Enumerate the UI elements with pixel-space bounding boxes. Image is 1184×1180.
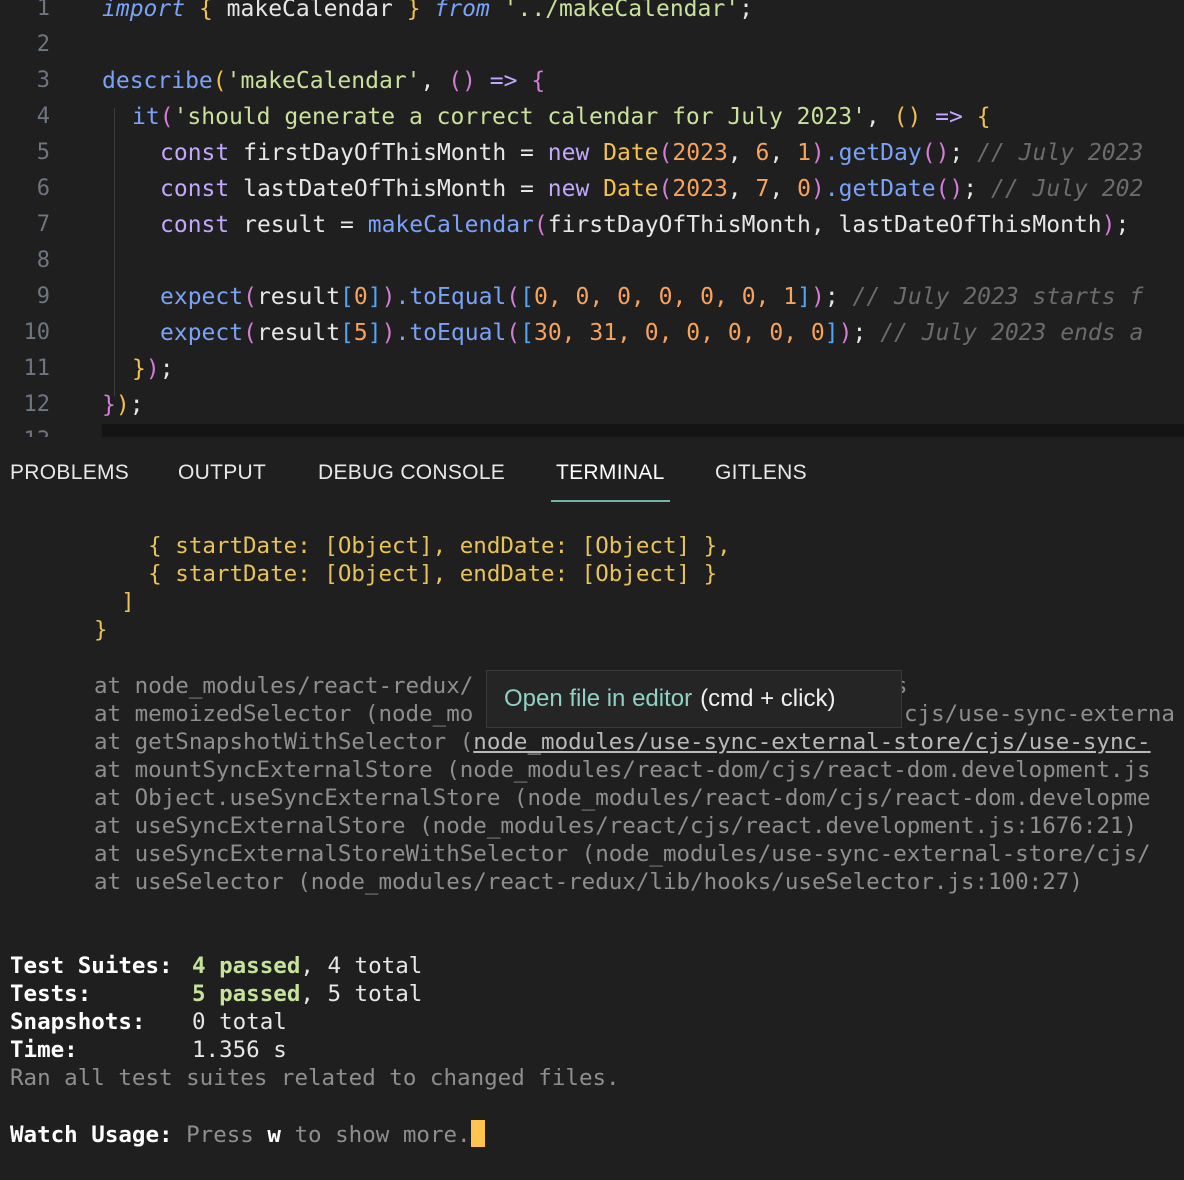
line-number: 10 — [23, 320, 51, 345]
stack-trace-line: at node_modules/react-redux/ — [94, 673, 474, 699]
line-number: 2 — [36, 32, 50, 57]
summary-suites: Test Suites: — [10, 953, 173, 979]
code-line-6: const lastDateOfThisMonth = new Date(202… — [160, 176, 1144, 202]
summary-tests-value: 5 passed, 5 total — [192, 981, 423, 1007]
terminal-line: ] — [94, 589, 135, 615]
active-tab-indicator — [551, 500, 670, 502]
line-number: 7 — [36, 212, 50, 237]
editor-horizontal-scrollbar[interactable] — [102, 424, 1184, 437]
summary-suites-value: 4 passed, 4 total — [192, 953, 423, 979]
stack-trace-line: at useSyncExternalStore (node_modules/re… — [94, 813, 1138, 839]
line-number: 12 — [23, 392, 51, 417]
stack-trace-line: at getSnapshotWithSelector (node_modules… — [94, 729, 1151, 755]
panel-tabs: PROBLEMS OUTPUT DEBUG CONSOLE TERMINAL G… — [0, 437, 1184, 517]
summary-snapshots-value: 0 total — [192, 1009, 287, 1035]
tab-debug-console[interactable]: DEBUG CONSOLE — [318, 461, 505, 485]
code-line-11: }); — [132, 356, 174, 382]
tab-terminal[interactable]: TERMINAL — [556, 461, 665, 485]
line-number: 11 — [23, 356, 51, 381]
stack-trace-line: at useSyncExternalStoreWithSelector (nod… — [94, 841, 1151, 867]
stack-trace-line: at useSelector (node_modules/react-redux… — [94, 869, 1083, 895]
stack-trace-line: at memoizedSelector (node_mo — [94, 701, 474, 727]
stack-trace-line: at mountSyncExternalStore (node_modules/… — [94, 757, 1151, 783]
stack-trace-link[interactable]: node_modules/use-sync-external-store/cjs… — [473, 729, 1150, 755]
indent-guide — [114, 108, 115, 396]
open-file-link[interactable]: Open file in editor — [504, 685, 692, 713]
line-number: 13 — [0, 423, 51, 437]
code-editor[interactable]: 1 2 3 4 5 6 7 8 9 10 11 12 13 import { m… — [0, 0, 1184, 437]
line-number: 8 — [36, 248, 50, 273]
code-line-7: const result = makeCalendar(firstDayOfTh… — [160, 212, 1130, 238]
code-line-9: expect(result[0]).toEqual([0, 0, 0, 0, 0… — [160, 284, 1144, 310]
summary-tests: Tests: — [10, 981, 92, 1007]
line-number: 1 — [36, 0, 50, 21]
line-number: 4 — [36, 104, 50, 129]
tab-problems[interactable]: PROBLEMS — [10, 461, 129, 485]
code-line-10: expect(result[5]).toEqual([30, 31, 0, 0,… — [160, 320, 1144, 346]
line-number: 3 — [36, 68, 50, 93]
open-file-tooltip: Open file in editor (cmd + click) — [486, 670, 902, 728]
summary-ran: Ran all test suites related to changed f… — [10, 1065, 620, 1091]
summary-snapshots: Snapshots: — [10, 1009, 146, 1035]
summary-time-value: 1.356 s — [192, 1037, 287, 1063]
code-line-1: import { makeCalendar } from '../makeCal… — [102, 0, 753, 22]
terminal-cursor — [470, 1120, 485, 1147]
watch-usage-line: Watch Usage: Press w to show more. — [10, 1120, 485, 1149]
terminal-line: } — [94, 617, 108, 643]
line-number: 9 — [36, 284, 50, 309]
code-line-5: const firstDayOfThisMonth = new Date(202… — [160, 140, 1144, 166]
stack-trace-fragment: cjs/use-sync-externa — [904, 701, 1175, 727]
terminal[interactable]: { startDate: [Object], endDate: [Object]… — [0, 517, 1184, 1180]
tooltip-hint: (cmd + click) — [700, 685, 836, 712]
summary-time: Time: — [10, 1037, 78, 1063]
tab-output[interactable]: OUTPUT — [178, 461, 266, 485]
code-line-12: }); — [102, 392, 144, 418]
stack-trace-line: at Object.useSyncExternalStore (node_mod… — [94, 785, 1151, 811]
line-number: 5 — [36, 140, 50, 165]
code-line-4: it('should generate a correct calendar f… — [132, 104, 991, 130]
terminal-line: { startDate: [Object], endDate: [Object]… — [94, 561, 718, 587]
terminal-line: { startDate: [Object], endDate: [Object]… — [94, 533, 731, 559]
tab-gitlens[interactable]: GITLENS — [715, 461, 807, 485]
line-number: 6 — [36, 176, 50, 201]
code-line-3: describe('makeCalendar', () => { — [102, 68, 546, 94]
